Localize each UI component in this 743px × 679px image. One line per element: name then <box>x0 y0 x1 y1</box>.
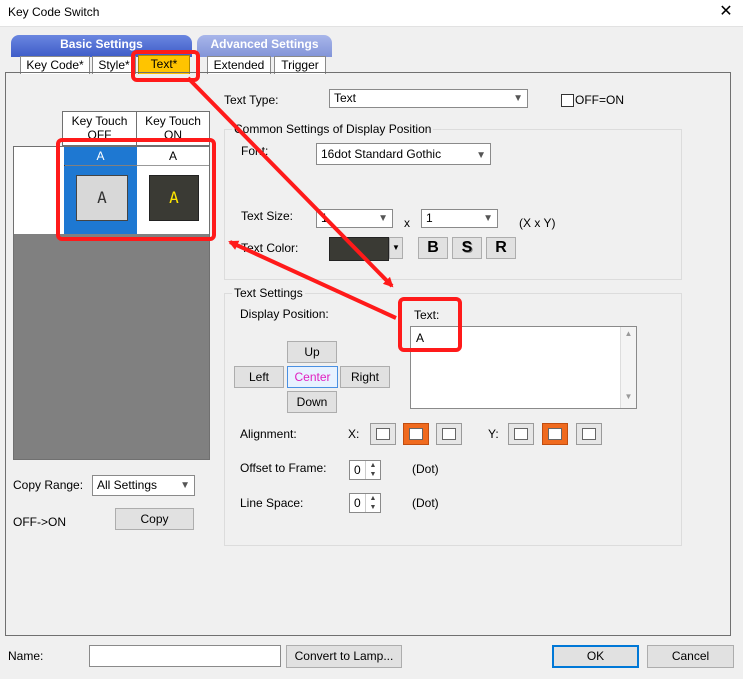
arrow-tab-to-text <box>186 76 394 288</box>
annotation-arrows <box>186 76 397 320</box>
arrow-text-to-preview <box>228 240 397 320</box>
